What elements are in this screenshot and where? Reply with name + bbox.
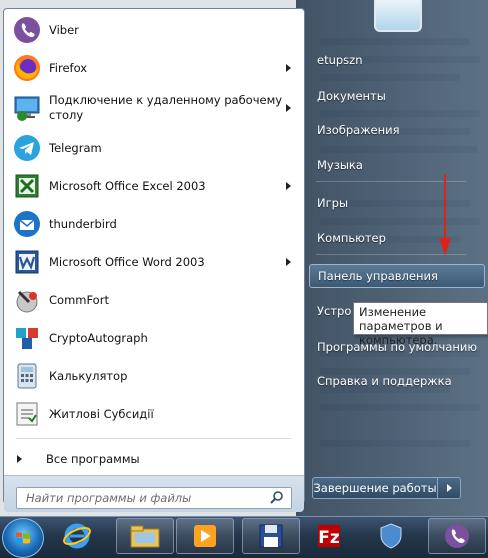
program-item[interactable]: Firefox <box>9 50 299 86</box>
taskbar-media-player[interactable] <box>176 518 234 554</box>
link-label: Справка и поддержка <box>317 374 452 388</box>
music-link[interactable]: Музыка <box>309 153 485 177</box>
calculator-icon <box>12 361 42 391</box>
control-panel-link[interactable]: Панель управления <box>309 264 485 288</box>
program-item[interactable]: Житлові Субсидії <box>9 396 299 432</box>
program-item[interactable]: CryptoAutograph <box>9 320 299 356</box>
program-label: Telegram <box>49 140 102 155</box>
program-label: Viber <box>49 22 79 37</box>
cryptoautograph-icon <box>12 323 42 353</box>
program-label: Калькулятор <box>49 368 128 383</box>
taskbar-security[interactable] <box>362 518 420 554</box>
link-label: Игры <box>317 196 349 210</box>
user-folder-link[interactable]: etupszn <box>309 48 485 72</box>
taskbar-viber[interactable] <box>428 518 486 554</box>
divider <box>16 438 291 439</box>
program-label: Житлові Субсидії <box>49 406 154 421</box>
taskbar-save-app[interactable] <box>242 518 300 554</box>
start-button[interactable] <box>2 518 44 558</box>
security-shield-icon <box>380 523 402 549</box>
excel-icon <box>12 171 42 201</box>
file-explorer-icon <box>130 525 160 548</box>
all-programs-label: Все программы <box>46 452 140 466</box>
search-input[interactable]: Найти программы и файлы <box>16 487 292 509</box>
link-label: etupszn <box>317 53 363 67</box>
windows-logo-icon <box>16 532 30 544</box>
program-item[interactable]: thunderbird <box>9 206 299 242</box>
link-label: Изображения <box>317 123 400 137</box>
program-item[interactable]: Microsoft Office Excel 2003 <box>9 168 299 204</box>
shutdown-options-button[interactable] <box>437 477 461 499</box>
program-label: Firefox <box>49 60 88 75</box>
search-placeholder: Найти программы и файлы <box>26 491 192 505</box>
search-icon[interactable] <box>269 490 287 506</box>
viber-icon <box>12 15 42 45</box>
red-arrow-annotation <box>439 174 451 256</box>
start-menu-right-pane <box>296 0 488 516</box>
program-label: Microsoft Office Word 2003 <box>49 254 205 269</box>
taskbar-file-explorer[interactable] <box>116 518 174 554</box>
submenu-arrow-icon[interactable] <box>286 258 291 266</box>
submenu-arrow-icon[interactable] <box>286 182 291 190</box>
all-programs-button[interactable]: Все программы <box>14 448 294 470</box>
search-area: Найти программы и файлы <box>4 475 304 512</box>
remote-desktop-icon <box>12 93 42 123</box>
link-label: Музыка <box>317 158 363 172</box>
user-picture[interactable] <box>374 0 422 32</box>
word-icon <box>12 247 42 277</box>
firefox-icon <box>12 53 42 83</box>
subsidy-app-icon <box>12 399 42 429</box>
thunderbird-icon <box>12 209 42 239</box>
viber-icon <box>445 524 469 548</box>
documents-link[interactable]: Документы <box>309 84 485 108</box>
svg-text:Fz: Fz <box>318 528 340 548</box>
program-item[interactable]: Подключение к удаленному рабочему столу <box>9 88 299 128</box>
programs-pane: Viber Firefox Подключение к удаленному р… <box>3 8 305 512</box>
submenu-arrow-icon[interactable] <box>286 64 291 72</box>
floppy-save-icon <box>259 524 283 548</box>
telegram-icon <box>12 133 42 163</box>
internet-explorer-icon <box>63 523 91 549</box>
taskbar-internet-explorer[interactable] <box>48 518 106 554</box>
chevron-right-icon <box>17 455 22 463</box>
link-label: Панель управления <box>318 269 438 283</box>
program-item[interactable]: Microsoft Office Word 2003 <box>9 244 299 280</box>
media-player-icon <box>194 525 216 547</box>
program-label: thunderbird <box>49 216 117 231</box>
chevron-right-icon <box>446 484 452 492</box>
start-menu: Viber Firefox Подключение к удаленному р… <box>0 0 488 516</box>
program-item[interactable]: CommFort <box>9 282 299 318</box>
help-support-link[interactable]: Справка и поддержка <box>309 369 485 393</box>
shutdown-label: Завершение работы <box>313 481 437 495</box>
computer-link[interactable]: Компьютер <box>309 226 485 250</box>
filezilla-icon: Fz <box>318 525 340 548</box>
link-label: Документы <box>317 89 386 103</box>
submenu-arrow-icon[interactable] <box>286 104 291 112</box>
tooltip: Изменение параметров и компьютера. <box>353 302 488 347</box>
games-link[interactable]: Игры <box>309 191 485 215</box>
link-label: Компьютер <box>317 231 386 245</box>
commfort-icon <box>12 285 42 315</box>
program-label: CryptoAutograph <box>49 330 148 345</box>
pictures-link[interactable]: Изображения <box>309 118 485 142</box>
link-label: Устро <box>317 304 352 318</box>
program-item[interactable]: Telegram <box>9 130 299 166</box>
program-label: CommFort <box>49 292 109 307</box>
taskbar-filezilla[interactable]: Fz <box>300 518 358 554</box>
program-item[interactable]: Viber <box>9 12 299 48</box>
program-label: Подключение к удаленному рабочему столу <box>49 93 283 122</box>
program-item[interactable]: Калькулятор <box>9 358 299 394</box>
shutdown-button[interactable]: Завершение работы <box>312 477 438 499</box>
program-label: Microsoft Office Excel 2003 <box>49 178 206 193</box>
